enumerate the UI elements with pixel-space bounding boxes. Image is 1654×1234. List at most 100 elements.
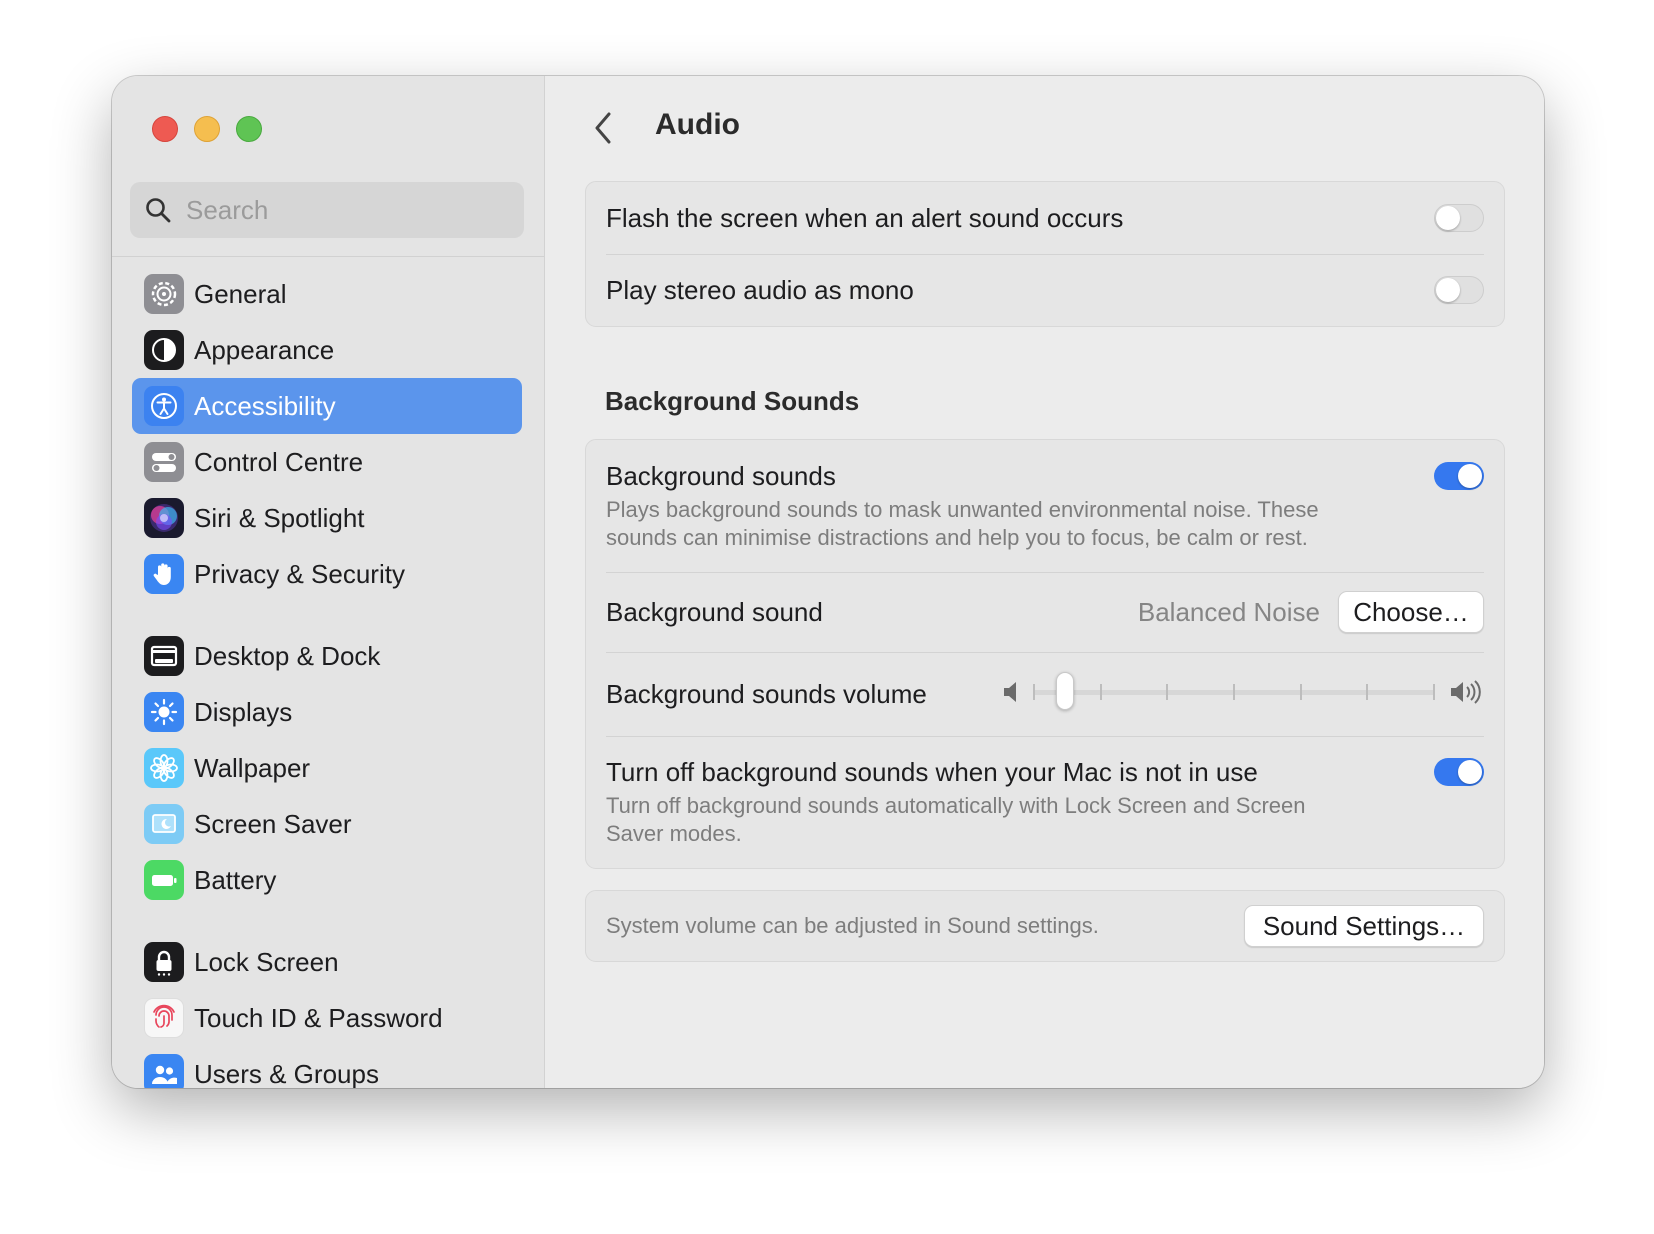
minimize-button[interactable] [194, 116, 220, 142]
slider-tick [1166, 684, 1169, 700]
sidebar-item-label: Displays [194, 696, 293, 727]
search-input[interactable] [184, 193, 508, 227]
volume-slider[interactable] [1033, 670, 1435, 714]
back-button[interactable] [583, 106, 623, 150]
close-button[interactable] [152, 116, 178, 142]
sidebar-item-screen-saver[interactable]: Screen Saver [132, 796, 522, 852]
sidebar-item-label: Users & Groups [194, 1058, 379, 1089]
sidebar-item-label: Touch ID & Password [194, 1002, 443, 1033]
background-volume-row: Background sounds volume [586, 652, 1504, 736]
sidebar-item-appearance[interactable]: Appearance [132, 322, 522, 378]
turn-off-description: Turn off background sounds automatically… [606, 792, 1306, 848]
sidebar-item-users-groups[interactable]: Users & Groups [132, 1046, 522, 1088]
description-line: Plays background sounds to mask unwanted… [606, 496, 1319, 522]
chevron-left-icon [595, 112, 611, 144]
sidebar-item-label: Siri & Spotlight [194, 502, 365, 533]
sidebar-item-desktop-dock[interactable]: Desktop & Dock [132, 628, 522, 684]
sidebar-item-touch-id-password[interactable]: Touch ID & Password [132, 990, 522, 1046]
sidebar-nav: General Appearance Accessibility Control… [132, 266, 522, 1088]
background-sound-value: Balanced Noise [1137, 596, 1320, 627]
sidebar-item-battery[interactable]: Battery [132, 852, 522, 908]
toggle-knob [1436, 278, 1460, 302]
sidebar-item-label: Control Centre [194, 446, 364, 477]
toggle-knob [1458, 464, 1482, 488]
turn-off-row: Turn off background sounds when your Mac… [586, 736, 1504, 868]
zoom-button[interactable] [236, 116, 262, 142]
section-title: Background Sounds [605, 386, 860, 416]
sidebar-item-wallpaper[interactable]: Wallpaper [132, 740, 522, 796]
choose-button[interactable]: Choose… [1338, 591, 1484, 633]
sidebar-item-label: Lock Screen [194, 946, 339, 977]
search-field[interactable] [130, 182, 524, 238]
battery-icon [144, 860, 184, 900]
system-volume-row: System volume can be adjusted in Sound s… [586, 891, 1504, 961]
siri-icon [144, 498, 184, 538]
sidebar-divider [112, 256, 544, 257]
background-volume-label: Background sounds volume [606, 678, 927, 709]
background-sounds-row: Background sounds Plays background sound… [586, 440, 1504, 572]
sidebar-item-label: Battery [194, 864, 277, 895]
screen-saver-icon [144, 804, 184, 844]
sidebar-item-label: Desktop & Dock [194, 640, 381, 671]
sidebar-item-label: Appearance [194, 334, 335, 365]
background-sounds-label: Background sounds [606, 460, 836, 491]
appearance-icon [144, 330, 184, 370]
description-line: sounds can minimise distractions and hel… [606, 524, 1308, 550]
sidebar-item-lock-screen[interactable]: Lock Screen [132, 934, 522, 990]
flash-screen-label: Flash the screen when an alert sound occ… [606, 202, 1124, 233]
sidebar-item-label: Wallpaper [194, 752, 311, 783]
sidebar-item-siri-spotlight[interactable]: Siri & Spotlight [132, 490, 522, 546]
sidebar-item-accessibility[interactable]: Accessibility [132, 378, 522, 434]
slider-tick [1033, 684, 1035, 700]
sound-settings-button[interactable]: Sound Settings… [1244, 905, 1484, 947]
window-controls [152, 116, 262, 142]
background-sounds-toggle[interactable] [1434, 462, 1484, 490]
users-icon [144, 1054, 184, 1088]
sidebar-item-label: General [194, 278, 287, 309]
flash-screen-toggle[interactable] [1434, 204, 1484, 232]
description-line: Turn off background sounds automatically… [606, 792, 1306, 818]
fingerprint-icon [144, 998, 184, 1038]
control-centre-icon [144, 442, 184, 482]
gear-icon [144, 274, 184, 314]
sidebar-item-label: Accessibility [194, 390, 336, 421]
volume-slider-group [1001, 670, 1491, 714]
background-sounds-card: Background sounds Plays background sound… [585, 439, 1505, 869]
stereo-mono-label: Play stereo audio as mono [606, 274, 914, 305]
main-pane: Audio Flash the screen when an alert sou… [545, 76, 1544, 1088]
sidebar: General Appearance [112, 76, 545, 1088]
page-title: Audio [655, 108, 740, 141]
flower-icon [144, 748, 184, 788]
slider-tick [1433, 684, 1435, 700]
turn-off-label: Turn off background sounds when your Mac… [606, 756, 1258, 787]
sidebar-item-privacy-security[interactable]: Privacy & Security [132, 546, 522, 602]
slider-ticks [1033, 684, 1435, 700]
speaker-high-icon [1451, 680, 1481, 704]
dock-icon [144, 636, 184, 676]
sidebar-item-general[interactable]: General [132, 266, 522, 322]
lock-icon [144, 942, 184, 982]
settings-window: General Appearance [112, 76, 1544, 1088]
system-volume-card: System volume can be adjusted in Sound s… [585, 890, 1505, 962]
slider-tick [1099, 684, 1102, 700]
sidebar-item-displays[interactable]: Displays [132, 684, 522, 740]
background-sound-label: Background sound [606, 596, 823, 627]
search-icon [146, 198, 171, 223]
slider-thumb[interactable] [1056, 672, 1075, 710]
background-sounds-description: Plays background sounds to mask unwanted… [606, 496, 1319, 552]
toggle-knob [1436, 206, 1460, 230]
turn-off-toggle[interactable] [1434, 758, 1484, 786]
stereo-mono-row: Play stereo audio as mono [586, 254, 1504, 326]
slider-tick [1299, 684, 1302, 700]
slider-tick [1233, 684, 1235, 700]
speaker-low-icon [1004, 682, 1016, 702]
sidebar-item-label: Screen Saver [194, 808, 352, 839]
accessibility-icon [144, 386, 184, 426]
slider-tick [1366, 684, 1369, 700]
sidebar-item-control-centre[interactable]: Control Centre [132, 434, 522, 490]
description-line: Saver modes. [606, 820, 742, 846]
background-sound-row: Background sound Balanced Noise Choose… [586, 572, 1504, 652]
stereo-mono-toggle[interactable] [1434, 276, 1484, 304]
